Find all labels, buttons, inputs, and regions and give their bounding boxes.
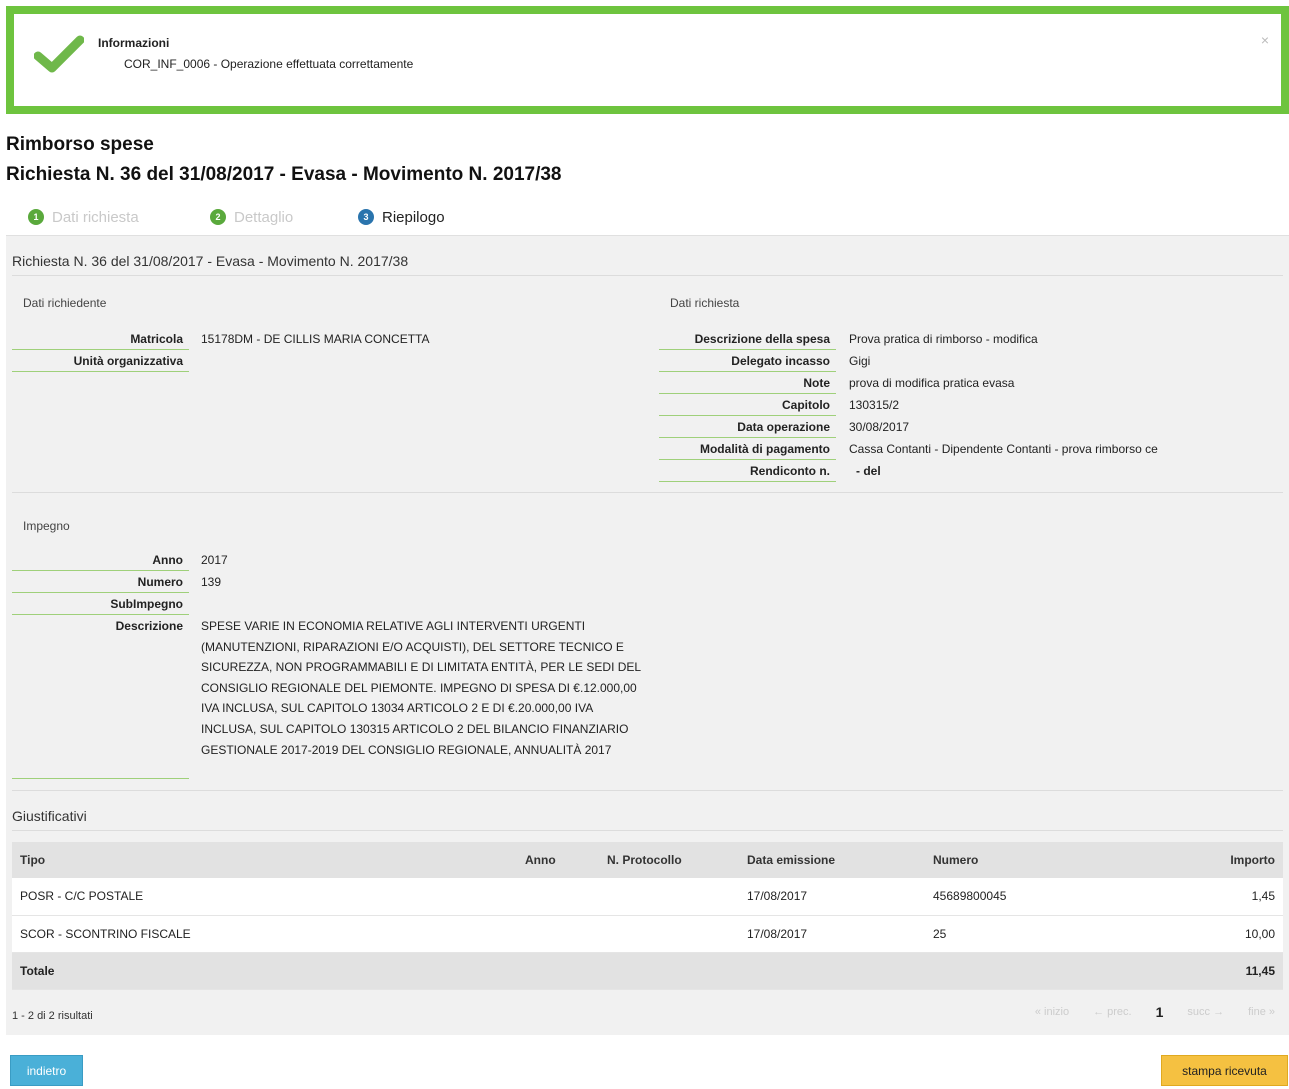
section-label-impegno: Impegno xyxy=(23,519,70,533)
pagination: « inizio ← prec. 1 succ → fine » xyxy=(1035,1004,1275,1020)
table-total-row: Totale 11,45 xyxy=(12,952,1283,990)
step-dettaglio[interactable]: 2 Dettaglio xyxy=(210,199,293,235)
cell-anno xyxy=(517,878,599,916)
pager-prev[interactable]: ← prec. xyxy=(1093,1006,1132,1018)
field-subimpegno: SubImpegno xyxy=(12,594,632,616)
field-rendiconto: Rendiconto n. - del xyxy=(659,461,1279,483)
wizard-steps: 1 Dati richiesta 2 Dettaglio 3 Riepilogo xyxy=(8,199,478,235)
divider xyxy=(12,275,1283,276)
step-label: Dati richiesta xyxy=(52,208,139,226)
print-receipt-button[interactable]: stampa ricevuta xyxy=(1161,1055,1288,1086)
column-header-importo[interactable]: Importo xyxy=(1175,842,1283,878)
field-value: 139 xyxy=(201,575,222,589)
field-note: Note prova di modifica pratica evasa xyxy=(659,373,1279,395)
field-capitolo: Capitolo 130315/2 xyxy=(659,395,1279,417)
field-value: 15178DM - DE CILLIS MARIA CONCETTA xyxy=(201,332,430,346)
step-number-3: 3 xyxy=(358,209,374,225)
column-header-numero[interactable]: Numero xyxy=(925,842,1175,878)
field-value: 2017 xyxy=(201,553,228,567)
divider xyxy=(12,830,1283,831)
section-label-richiesta: Dati richiesta xyxy=(670,296,740,310)
field-key: Data operazione xyxy=(659,417,836,438)
field-key: Descrizione della spesa xyxy=(659,329,836,350)
cell-protocollo xyxy=(599,878,739,916)
field-key: Matricola xyxy=(12,329,189,350)
giustificativi-table: Tipo Anno N. Protocollo Data emissione N… xyxy=(12,842,1283,990)
cell-numero: 25 xyxy=(925,915,1175,953)
step-dati-richiesta[interactable]: 1 Dati richiesta xyxy=(28,199,139,235)
section-label-giustificativi: Giustificativi xyxy=(12,808,87,824)
column-header-protocollo[interactable]: N. Protocollo xyxy=(599,842,739,878)
field-data-operazione: Data operazione 30/08/2017 xyxy=(659,417,1279,439)
column-header-tipo[interactable]: Tipo xyxy=(12,842,517,878)
field-descrizione-value: SPESE VARIE IN ECONOMIA RELATIVE AGLI IN… xyxy=(201,619,641,757)
pager-last[interactable]: fine » xyxy=(1248,1006,1275,1018)
back-button[interactable]: indietro xyxy=(10,1055,83,1086)
page-subtitle: Richiesta N. 36 del 31/08/2017 - Evasa -… xyxy=(6,164,562,185)
step-label: Riepilogo xyxy=(382,208,445,226)
field-key: Numero xyxy=(12,572,189,593)
alert-title: Informazioni xyxy=(98,36,170,50)
step-number-1: 1 xyxy=(28,209,44,225)
field-anno: Anno 2017 xyxy=(12,550,632,572)
field-key: Unità organizzativa xyxy=(12,351,189,372)
results-count: 1 - 2 di 2 risultati xyxy=(12,1010,93,1022)
success-alert: Informazioni COR_INF_0006 - Operazione e… xyxy=(6,6,1289,114)
field-key: SubImpegno xyxy=(12,594,189,615)
total-value: 11,45 xyxy=(1175,952,1283,990)
field-value: Cassa Contanti - Dipendente Contanti - p… xyxy=(849,442,1158,456)
table-row: SCOR - SCONTRINO FISCALE 17/08/2017 25 1… xyxy=(12,915,1283,953)
field-value: 130315/2 xyxy=(849,398,900,412)
step-riepilogo[interactable]: 3 Riepilogo xyxy=(328,199,478,235)
field-key: Rendiconto n. xyxy=(659,461,836,482)
field-value: - del xyxy=(856,464,881,478)
pager-current[interactable]: 1 xyxy=(1156,1004,1164,1020)
field-value: Gigi xyxy=(849,354,871,368)
field-key: Capitolo xyxy=(659,395,836,416)
close-icon[interactable]: × xyxy=(1261,32,1269,48)
divider xyxy=(12,492,1283,493)
field-delegato-incasso: Delegato incasso Gigi xyxy=(659,351,1279,373)
check-icon xyxy=(34,35,84,73)
field-matricola: Matricola 15178DM - DE CILLIS MARIA CONC… xyxy=(12,329,632,351)
cell-importo: 1,45 xyxy=(1175,878,1283,916)
field-key: Note xyxy=(659,373,836,394)
section-label-richiedente: Dati richiedente xyxy=(23,296,107,310)
cell-tipo: POSR - C/C POSTALE xyxy=(12,878,517,916)
step-number-2: 2 xyxy=(210,209,226,225)
cell-numero: 45689800045 xyxy=(925,878,1175,916)
pager-next[interactable]: succ → xyxy=(1187,1006,1224,1018)
step-label: Dettaglio xyxy=(234,208,294,226)
panel-heading: Richiesta N. 36 del 31/08/2017 - Evasa -… xyxy=(12,253,409,269)
field-key: Delegato incasso xyxy=(659,351,836,372)
field-value: 30/08/2017 xyxy=(849,420,910,434)
field-value: Prova pratica di rimborso - modifica xyxy=(849,332,1038,346)
table-header-row: Tipo Anno N. Protocollo Data emissione N… xyxy=(12,842,1283,878)
alert-message: COR_INF_0006 - Operazione effettuata cor… xyxy=(124,57,414,71)
field-descrizione-key: Descrizione xyxy=(12,616,189,779)
field-key: Anno xyxy=(12,550,189,571)
summary-panel: Richiesta N. 36 del 31/08/2017 - Evasa -… xyxy=(6,235,1289,1035)
field-value: prova di modifica pratica evasa xyxy=(849,376,1015,390)
column-header-anno[interactable]: Anno xyxy=(517,842,599,878)
column-header-data-emissione[interactable]: Data emissione xyxy=(739,842,925,878)
total-label: Totale xyxy=(12,952,517,990)
field-unita-organizzativa: Unità organizzativa xyxy=(12,351,632,373)
cell-tipo: SCOR - SCONTRINO FISCALE xyxy=(12,915,517,953)
table-row: POSR - C/C POSTALE 17/08/2017 4568980004… xyxy=(12,878,1283,916)
cell-protocollo xyxy=(599,915,739,953)
divider xyxy=(12,790,1283,791)
cell-importo: 10,00 xyxy=(1175,915,1283,953)
field-descrizione-spesa: Descrizione della spesa Prova pratica di… xyxy=(659,329,1279,351)
field-numero: Numero 139 xyxy=(12,572,632,594)
field-key: Modalità di pagamento xyxy=(659,439,836,460)
pager-first[interactable]: « inizio xyxy=(1035,1006,1069,1018)
page-title: Rimborso spese xyxy=(6,134,154,155)
field-modalita-pagamento: Modalità di pagamento Cassa Contanti - D… xyxy=(659,439,1279,461)
cell-data-emissione: 17/08/2017 xyxy=(739,878,925,916)
cell-data-emissione: 17/08/2017 xyxy=(739,915,925,953)
cell-anno xyxy=(517,915,599,953)
